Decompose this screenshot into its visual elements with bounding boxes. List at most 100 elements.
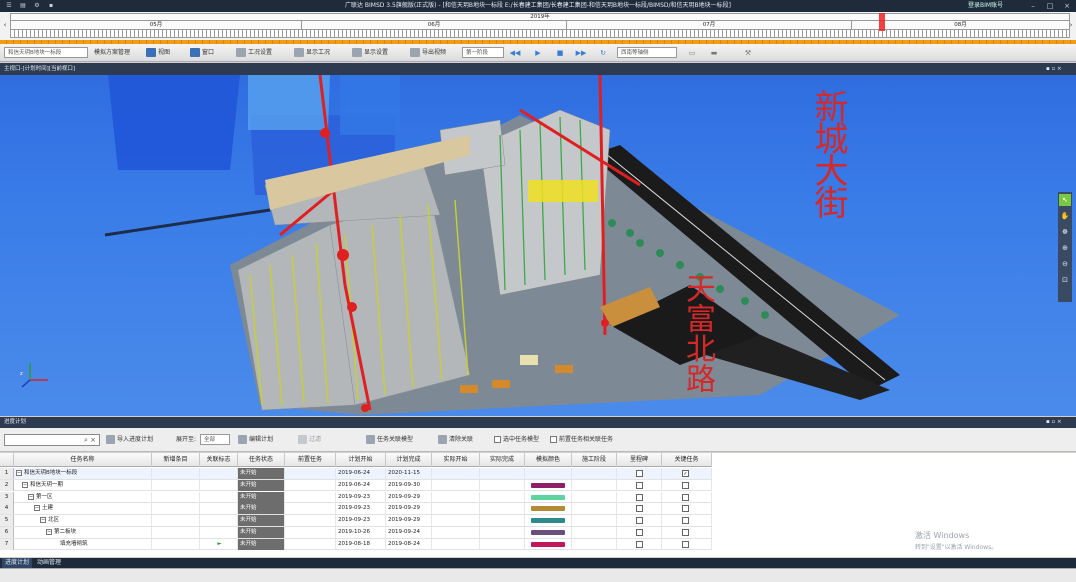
task-name-cell[interactable]: − 北区 xyxy=(14,515,152,527)
zoom-out-icon[interactable]: ⊖ xyxy=(1059,258,1071,270)
tree-toggle-icon[interactable]: − xyxy=(46,529,52,535)
predecessor-cell[interactable] xyxy=(285,479,336,491)
milestone-checkbox[interactable] xyxy=(636,493,643,501)
filter-button[interactable]: 过滤 xyxy=(298,434,321,446)
key-task-checkbox[interactable] xyxy=(682,517,689,525)
milestone-checkbox[interactable] xyxy=(636,470,643,477)
actual-end[interactable] xyxy=(480,479,525,491)
sim-color-cell[interactable] xyxy=(525,503,572,515)
key-task-cell[interactable] xyxy=(662,479,712,491)
key-task-cell[interactable]: ✓ xyxy=(662,468,712,479)
predecessor-cell[interactable] xyxy=(285,527,336,538)
actual-start[interactable] xyxy=(432,479,480,491)
actual-end[interactable] xyxy=(480,527,525,538)
timeline-left-arrow-icon[interactable]: ‹ xyxy=(1,13,9,37)
table-row[interactable]: 4− 土建 未开始 2019-09-23 2019-09-29 xyxy=(0,503,712,515)
key-task-cell[interactable] xyxy=(662,491,712,503)
column-header[interactable]: 里程碑 xyxy=(617,453,662,467)
milestone-cell[interactable] xyxy=(617,503,662,515)
milestone-checkbox[interactable] xyxy=(636,481,643,489)
actual-end[interactable] xyxy=(480,468,525,479)
pan-hand-icon[interactable]: ✋ xyxy=(1059,210,1071,222)
construction-stage-cell[interactable] xyxy=(572,491,617,503)
construction-stage-cell[interactable] xyxy=(572,479,617,491)
predecessor-cell[interactable] xyxy=(285,468,336,479)
plan-start[interactable]: 2019-10-26 xyxy=(336,527,386,538)
milestone-checkbox[interactable] xyxy=(636,540,643,548)
sim-color-cell[interactable] xyxy=(525,491,572,503)
expand-level-select[interactable]: 全部 xyxy=(200,434,230,445)
sim-color-cell[interactable] xyxy=(525,479,572,491)
zoom-fit-icon[interactable]: ⊡ xyxy=(1059,274,1071,286)
3d-viewport[interactable]: 新城大街 天富北路 z xyxy=(0,75,1076,416)
sim-color-cell[interactable] xyxy=(525,515,572,527)
key-task-cell[interactable] xyxy=(662,515,712,527)
task-name-cell[interactable]: − 土建 xyxy=(14,503,152,515)
plan-end[interactable]: 2019-09-29 xyxy=(386,503,432,515)
plan-start[interactable]: 2019-08-18 xyxy=(336,538,386,550)
task-name-cell[interactable]: −填充墙砌筑 xyxy=(14,538,152,550)
plan-end[interactable]: 2019-09-29 xyxy=(386,515,432,527)
settings-icon[interactable]: ⚙ xyxy=(31,2,43,10)
tab-schedule[interactable]: 进度计划 xyxy=(2,558,33,568)
close-button[interactable]: × xyxy=(1058,0,1076,12)
key-task-checkbox[interactable] xyxy=(682,529,689,536)
task-name-cell[interactable]: − 第一区 xyxy=(14,491,152,503)
table-row[interactable]: 3− 第一区 未开始 2019-09-23 2019-09-29 xyxy=(0,491,712,504)
column-header[interactable]: 实际开始 xyxy=(432,453,480,467)
timeline-right-arrow-icon[interactable]: › xyxy=(1067,13,1075,37)
table-row[interactable]: 1− 和信天玥B地块一标段 未开始 2019-06-24 2020-11-15 ✓ xyxy=(0,468,712,480)
plan-end[interactable]: 2019-08-24 xyxy=(386,538,432,550)
column-header[interactable]: 关联标志 xyxy=(200,453,238,467)
plan-start[interactable]: 2019-09-23 xyxy=(336,491,386,503)
actual-start[interactable] xyxy=(432,538,480,550)
milestone-cell[interactable] xyxy=(617,515,662,527)
milestone-cell[interactable] xyxy=(617,527,662,538)
tree-toggle-icon[interactable]: − xyxy=(22,481,28,488)
actual-start[interactable] xyxy=(432,468,480,479)
milestone-cell[interactable] xyxy=(617,538,662,550)
key-task-checkbox[interactable] xyxy=(682,481,689,489)
column-header[interactable]: 计划开始 xyxy=(336,453,386,467)
key-task-cell[interactable] xyxy=(662,538,712,550)
orbit-icon[interactable]: ☸ xyxy=(1059,226,1071,238)
milestone-cell[interactable] xyxy=(617,468,662,479)
key-task-checkbox[interactable]: ✓ xyxy=(682,470,689,477)
actual-start[interactable] xyxy=(432,491,480,503)
key-task-checkbox[interactable] xyxy=(682,505,689,513)
task-link-model-button[interactable]: 任务关联模型 xyxy=(366,434,413,446)
column-header[interactable]: 计划完成 xyxy=(386,453,432,467)
camera-combo[interactable]: 西南等轴侧 xyxy=(617,47,677,58)
app-menu-icon[interactable]: ☰ xyxy=(3,2,15,10)
plan-start[interactable]: 2019-09-23 xyxy=(336,503,386,515)
construction-stage-cell[interactable] xyxy=(572,527,617,538)
construction-stage-cell[interactable] xyxy=(572,468,617,479)
tree-toggle-icon[interactable]: − xyxy=(28,493,34,500)
plan-start[interactable]: 2019-06-24 xyxy=(336,479,386,491)
milestone-cell[interactable] xyxy=(617,491,662,503)
show-work-button[interactable]: 显示工况 xyxy=(292,47,332,59)
tools-icon[interactable]: ⚒ xyxy=(742,47,754,59)
predecessor-cell[interactable] xyxy=(285,491,336,503)
select-arrow-icon[interactable]: ↖ xyxy=(1059,194,1071,206)
task-name-cell[interactable]: − 和信天玥一期 xyxy=(14,479,152,491)
task-name-cell[interactable]: − 第二板块 xyxy=(14,527,152,538)
tree-toggle-icon[interactable]: − xyxy=(16,470,22,476)
column-header[interactable]: 实际完成 xyxy=(480,453,525,467)
column-header[interactable]: 模拟颜色 xyxy=(525,453,572,467)
maximize-button[interactable]: □ xyxy=(1041,0,1059,12)
key-task-checkbox[interactable] xyxy=(682,540,689,548)
milestone-cell[interactable] xyxy=(617,479,662,491)
login-link[interactable]: 登录BIM账号 xyxy=(968,0,1003,12)
plan-end[interactable]: 2019-09-30 xyxy=(386,479,432,491)
plan-end[interactable]: 2019-09-29 xyxy=(386,491,432,503)
plan-end[interactable]: 2020-11-15 xyxy=(386,468,432,479)
minimize-button[interactable]: – xyxy=(1024,0,1042,12)
column-header[interactable]: 任务名称 xyxy=(14,453,152,467)
key-task-checkbox[interactable] xyxy=(682,493,689,501)
actual-start[interactable] xyxy=(432,515,480,527)
column-header[interactable]: 新增条目 xyxy=(152,453,200,467)
construction-stage-cell[interactable] xyxy=(572,515,617,527)
actual-start[interactable] xyxy=(432,527,480,538)
select-task-model-checkbox[interactable]: 选中任务模型 xyxy=(494,434,539,446)
